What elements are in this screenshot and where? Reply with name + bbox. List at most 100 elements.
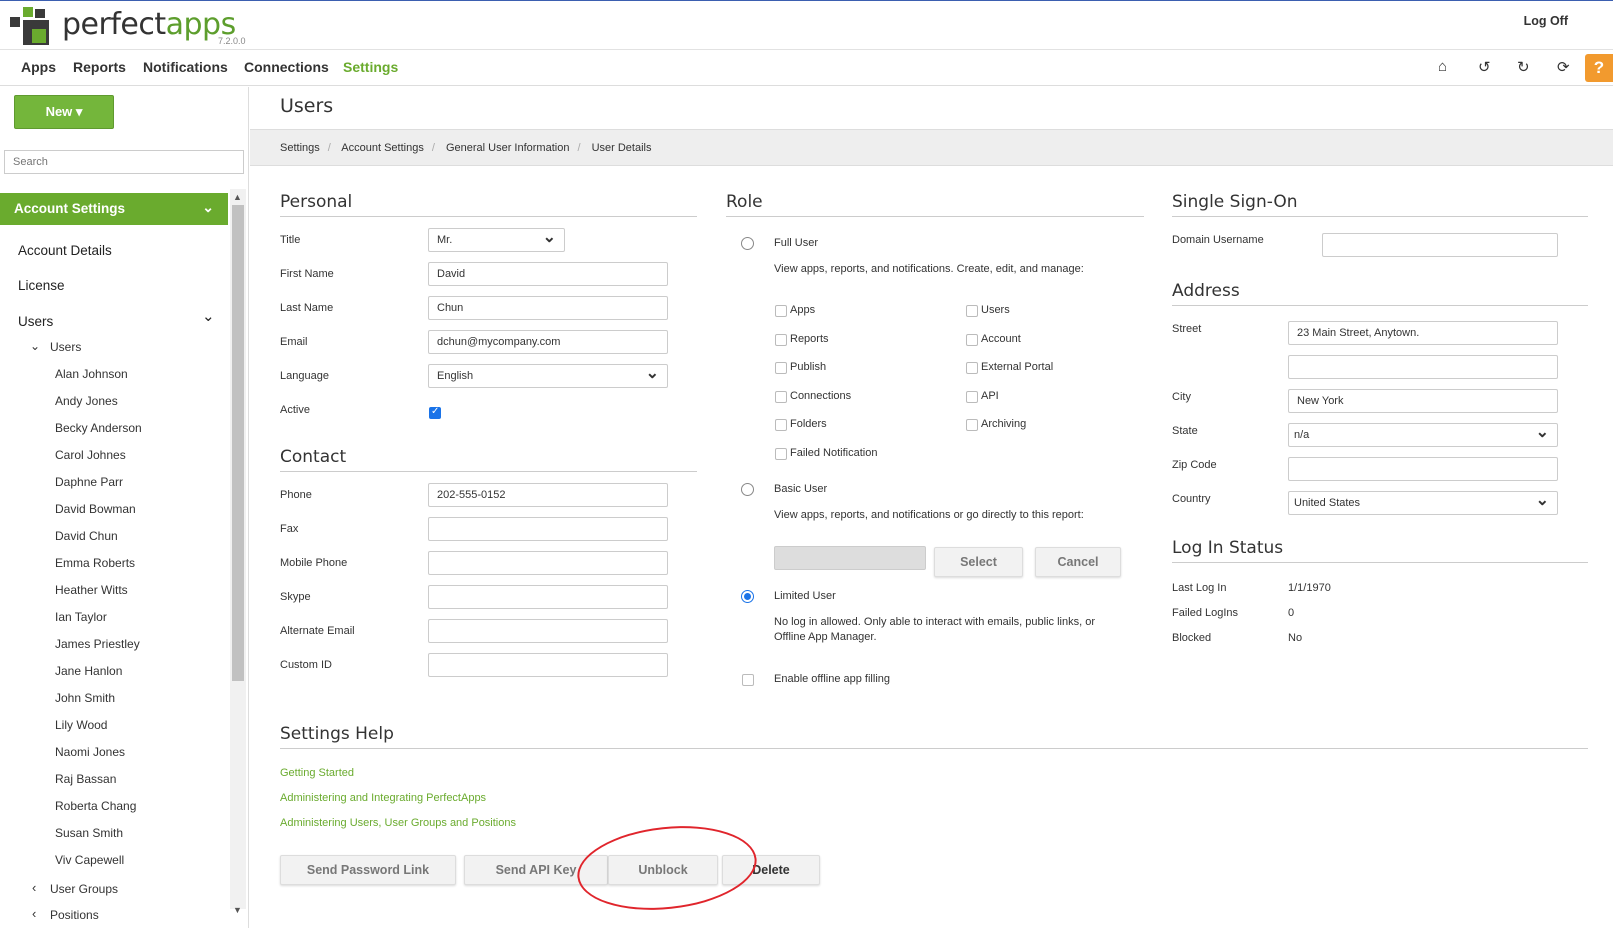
sidebar-user-item[interactable]: Becky Anderson <box>55 421 142 435</box>
sidebar-user-item[interactable]: David Chun <box>55 529 118 543</box>
sidebar-user-item[interactable]: Naomi Jones <box>55 745 125 759</box>
blocked-value: No <box>1288 632 1303 644</box>
language-select[interactable]: English <box>428 363 668 388</box>
title-select[interactable]: Mr. <box>428 227 565 252</box>
account-settings-header[interactable]: Account Settings ⌄ <box>0 193 228 225</box>
cancel-button[interactable]: Cancel <box>1035 547 1121 577</box>
city-field[interactable]: New York <box>1288 389 1558 413</box>
full-user-radio[interactable] <box>741 237 754 250</box>
chevron-left-icon[interactable]: ‹ <box>32 906 36 921</box>
contact-title: Contact <box>280 447 697 472</box>
sidebar-user-item[interactable]: Andy Jones <box>55 394 118 408</box>
country-select[interactable]: United States <box>1288 490 1558 515</box>
nav-notifications[interactable]: Notifications <box>143 59 228 75</box>
logoff-link[interactable]: Log Off <box>1524 14 1568 28</box>
scroll-down-icon[interactable]: ▼ <box>233 905 242 915</box>
last-login-label: Last Log In <box>1172 582 1227 594</box>
nav-settings[interactable]: Settings <box>343 59 398 75</box>
sidebar-user-item[interactable]: Lily Wood <box>55 718 107 732</box>
report-picker-field[interactable] <box>774 546 926 570</box>
sidebar-scrollbar-thumb[interactable] <box>232 205 244 681</box>
sidebar-user-item[interactable]: James Priestley <box>55 637 140 651</box>
perfectapps-logo-icon <box>10 7 55 47</box>
permission-label: External Portal <box>981 361 1054 373</box>
scroll-up-icon[interactable]: ▲ <box>233 192 242 202</box>
title-label: Title <box>280 234 301 246</box>
basic-user-radio[interactable] <box>741 483 754 496</box>
permission-checkbox[interactable] <box>775 390 787 403</box>
sidebar-user-item[interactable]: Emma Roberts <box>55 556 135 570</box>
help-button[interactable]: ? <box>1585 54 1613 82</box>
street-field-1[interactable]: 23 Main Street, Anytown. <box>1288 321 1558 345</box>
chevron-down-icon[interactable]: ⌄ <box>30 339 40 353</box>
sidebar-user-item[interactable]: Roberta Chang <box>55 799 136 813</box>
help-link-getting-started[interactable]: Getting Started <box>280 767 354 779</box>
permission-checkbox[interactable] <box>775 447 787 460</box>
permission-checkbox[interactable] <box>966 390 978 403</box>
chevron-left-icon[interactable]: ‹ <box>32 880 36 895</box>
custom-id-field[interactable] <box>428 653 668 677</box>
sidebar-user-item[interactable]: Susan Smith <box>55 826 123 840</box>
sidebar-user-item[interactable]: Heather Witts <box>55 583 128 597</box>
refresh-icon[interactable]: ↻ <box>1517 58 1530 76</box>
sidebar-user-groups[interactable]: User Groups <box>50 882 118 896</box>
home-icon[interactable]: ⌂ <box>1438 58 1447 75</box>
sidebar-item-license[interactable]: License <box>18 278 65 293</box>
help-link-administering-integrating[interactable]: Administering and Integrating PerfectApp… <box>280 792 486 804</box>
version-label: 7.2.0.0 <box>218 36 246 46</box>
sidebar-user-item[interactable]: David Bowman <box>55 502 136 516</box>
nav-apps[interactable]: Apps <box>21 59 56 75</box>
permission-checkbox[interactable] <box>966 419 978 431</box>
mobile-phone-field[interactable] <box>428 551 668 575</box>
permission-checkbox[interactable] <box>775 333 787 346</box>
last-name-field[interactable]: Chun <box>428 296 668 320</box>
sync-icon[interactable]: ⟳ <box>1557 58 1570 76</box>
sidebar-user-item[interactable]: Raj Bassan <box>55 772 116 786</box>
permission-checkbox[interactable] <box>775 305 787 317</box>
street-field-2[interactable] <box>1288 355 1558 379</box>
permission-checkbox[interactable] <box>966 333 978 346</box>
new-button[interactable]: New ▾ <box>14 95 114 129</box>
sidebar-user-item[interactable]: Viv Capewell <box>55 853 124 867</box>
state-select[interactable]: n/a <box>1288 422 1558 447</box>
sidebar-user-item[interactable]: Carol Johnes <box>55 448 126 462</box>
zip-code-field[interactable] <box>1288 457 1558 481</box>
offline-app-checkbox[interactable] <box>742 674 754 686</box>
brand-name[interactable]: perfectapps <box>62 7 236 42</box>
permission-checkbox[interactable] <box>775 362 787 374</box>
skype-field[interactable] <box>428 585 668 609</box>
fax-field[interactable] <box>428 517 668 541</box>
limited-user-radio[interactable] <box>741 590 754 603</box>
sidebar-user-item[interactable]: John Smith <box>55 691 115 705</box>
permission-checkbox[interactable] <box>966 362 978 374</box>
select-button[interactable]: Select <box>934 547 1023 577</box>
alternate-email-field[interactable] <box>428 619 668 643</box>
active-checkbox[interactable] <box>429 406 441 419</box>
first-name-field[interactable]: David <box>428 262 668 286</box>
sidebar-positions[interactable]: Positions <box>50 908 99 922</box>
sidebar-users-group[interactable]: Users <box>50 340 81 354</box>
nav-reports[interactable]: Reports <box>73 59 126 75</box>
help-link-administering-users[interactable]: Administering Users, User Groups and Pos… <box>280 817 516 829</box>
undo-icon[interactable]: ↺ <box>1478 58 1491 76</box>
sidebar-user-item[interactable]: Jane Hanlon <box>55 664 122 678</box>
permission-checkbox[interactable] <box>775 419 787 431</box>
domain-username-field[interactable] <box>1322 233 1558 257</box>
limited-user-description-2: Offline App Manager. <box>774 631 877 643</box>
sidebar-user-item[interactable]: Alan Johnson <box>55 367 128 381</box>
breadcrumb-general-user-info[interactable]: General User Information <box>446 142 570 154</box>
email-field[interactable]: dchun@mycompany.com <box>428 330 668 354</box>
nav-connections[interactable]: Connections <box>244 59 329 75</box>
breadcrumb-settings[interactable]: Settings <box>280 142 320 154</box>
send-password-link-button[interactable]: Send Password Link <box>280 855 456 885</box>
chevron-down-icon[interactable]: ⌄ <box>202 307 215 325</box>
sidebar-item-users[interactable]: Users <box>18 314 53 329</box>
sidebar-item-account-details[interactable]: Account Details <box>18 243 112 258</box>
breadcrumb-user-details: User Details <box>591 142 652 154</box>
permission-checkbox[interactable] <box>966 305 978 317</box>
sidebar-user-item[interactable]: Daphne Parr <box>55 475 123 489</box>
phone-field[interactable]: 202-555-0152 <box>428 483 668 507</box>
sidebar-user-item[interactable]: Ian Taylor <box>55 610 107 624</box>
search-input[interactable] <box>4 150 244 174</box>
breadcrumb-account-settings[interactable]: Account Settings <box>341 142 424 154</box>
